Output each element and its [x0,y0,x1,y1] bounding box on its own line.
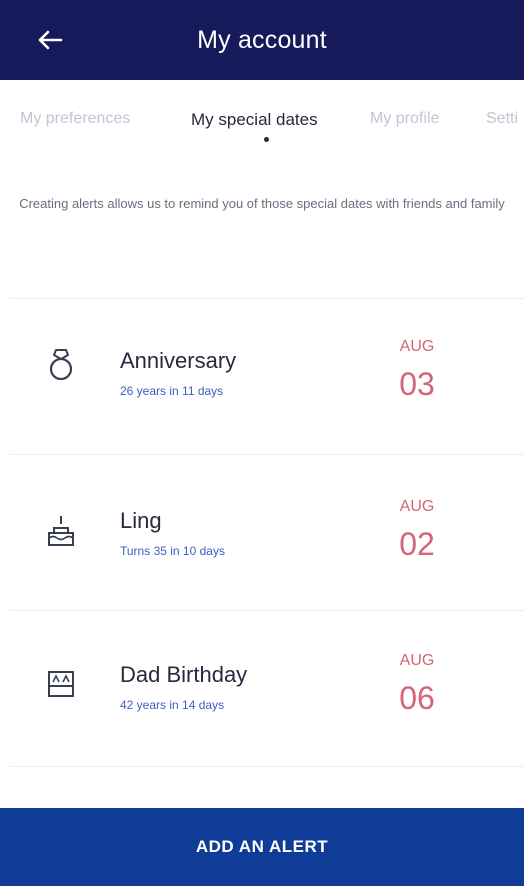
alert-month: AUG [399,338,435,355]
add-alert-button[interactable]: ADD AN ALERT [0,808,524,886]
alert-name: Anniversary [120,348,237,373]
alert-day: 02 [399,526,435,562]
alert-item-dad-birthday[interactable]: Dad Birthday 42 years in 14 days AUG 06 [0,610,524,766]
ring-icon [46,348,76,382]
alert-month: AUG [399,652,435,669]
intro-text: Creating alerts allows us to remind you … [19,196,505,211]
alert-month: AUG [399,498,435,515]
active-tab-indicator [264,137,269,142]
app-header: My account [0,0,524,80]
page-title: My account [197,25,327,54]
calendar-icon [46,666,76,700]
alert-item-ling[interactable]: Ling Turns 35 in 10 days AUG 02 [0,454,524,610]
alert-detail: 26 years in 11 days [120,384,224,398]
cake-icon [46,514,76,548]
alert-name: Ling [120,508,162,533]
tab-my-special-dates[interactable]: My special dates [191,110,318,130]
divider [10,766,524,767]
tab-bar: My preferences My special dates My profi… [0,80,524,166]
alert-name: Dad Birthday [120,662,248,687]
alert-day: 06 [399,680,435,716]
alert-detail: Turns 35 in 10 days [120,544,225,558]
tab-my-preferences[interactable]: My preferences [20,110,130,128]
alert-day: 03 [399,366,435,402]
tab-my-profile[interactable]: My profile [370,110,439,128]
alert-item-anniversary[interactable]: Anniversary 26 years in 11 days AUG 03 [0,298,524,454]
tab-settings[interactable]: Setti [486,110,518,128]
alert-detail: 42 years in 14 days [120,698,225,712]
